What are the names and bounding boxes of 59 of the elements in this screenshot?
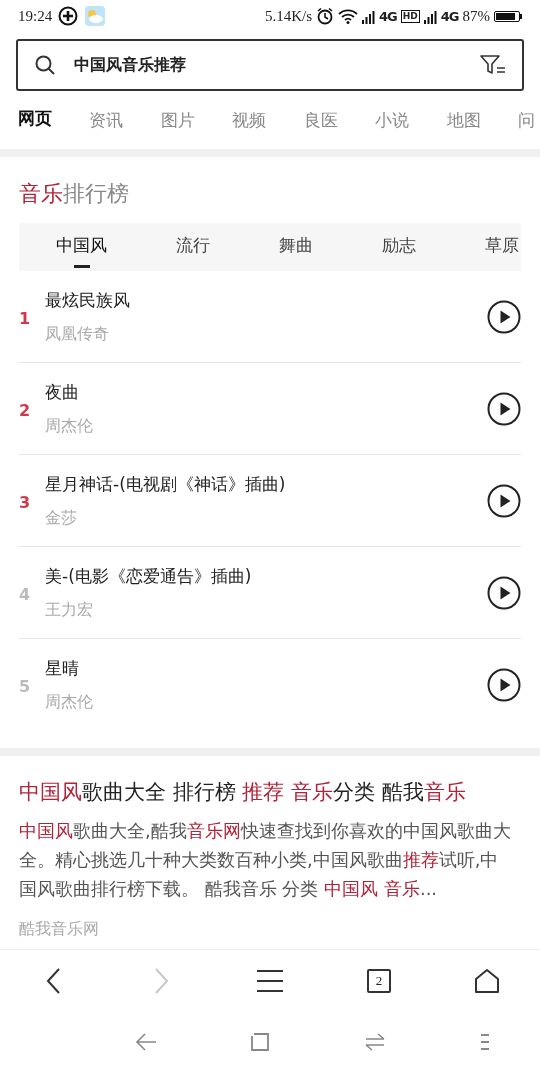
search-tab[interactable]: 小说 [375, 96, 446, 144]
search-tab[interactable]: 图片 [160, 96, 231, 144]
switch-icon[interactable] [363, 1033, 386, 1051]
song-title[interactable]: 最炫民族风 [45, 288, 487, 312]
signal-icon [362, 8, 376, 24]
artist-name: 金莎 [45, 507, 78, 529]
result-title[interactable]: 中国风歌曲大全 排行榜 推荐 音乐分类 酷我音乐 [0, 756, 540, 816]
song-title[interactable]: 夜曲 [45, 380, 487, 404]
result-source: 酷我音乐网 [18, 918, 100, 940]
search-tab[interactable]: 良医 [303, 96, 374, 144]
battery-percent: 87% [462, 7, 490, 25]
search-icon[interactable] [34, 54, 56, 76]
more-icon[interactable] [480, 1033, 490, 1051]
battery-icon [494, 10, 520, 22]
artist-name: 凤凰传奇 [45, 323, 110, 345]
tab-count-button[interactable]: 2 [367, 969, 391, 993]
search-field[interactable]: 中国风音乐推荐 [74, 55, 462, 75]
network-speed: 5.14K/s [264, 7, 313, 25]
song-title[interactable]: 星晴 [45, 656, 487, 680]
category-tab[interactable]: 草原 [483, 223, 521, 271]
network-type: 4G [440, 8, 459, 24]
back-arrow-icon[interactable] [135, 1033, 157, 1051]
play-icon[interactable] [487, 391, 521, 426]
play-icon[interactable] [487, 575, 521, 610]
hd-badge: HD [400, 9, 420, 23]
category-tab[interactable]: 流行 [174, 223, 212, 271]
rank-number: 5 [19, 676, 32, 696]
rank-number: 3 [19, 492, 32, 512]
weather-icon [84, 5, 107, 27]
menu-icon[interactable] [256, 969, 284, 993]
artist-name: 王力宏 [45, 599, 94, 621]
song-title[interactable]: 美-(电影《恋爱通告》插曲) [45, 564, 487, 588]
filter-icon[interactable] [480, 54, 506, 76]
signal-icon [423, 8, 437, 24]
artist-name: 周杰伦 [45, 415, 94, 437]
search-tab[interactable]: 视频 [232, 96, 303, 144]
search-tab[interactable]: 网页 [18, 95, 88, 145]
network-type: 4G [379, 8, 397, 24]
search-tab[interactable]: 地图 [446, 96, 517, 144]
rank-number: 2 [19, 400, 32, 420]
result-snippet: 中国风歌曲大全,酷我音乐网快速查找到你喜欢的中国风歌曲大全。精心挑选几十种大类数百种小类,中国风歌曲推荐试听,中国风歌曲排行榜下载。 酷我音乐 分类 中国风 音乐... [18, 819, 512, 901]
rank-number: 1 [19, 308, 32, 328]
category-tab[interactable]: 舞曲 [277, 223, 315, 271]
play-icon[interactable] [487, 483, 521, 518]
home-icon[interactable] [474, 968, 500, 994]
search-tab[interactable]: 资讯 [89, 96, 160, 144]
section-title: 音乐排行榜 [18, 180, 130, 208]
rank-number: 4 [19, 584, 32, 604]
song-title[interactable]: 星月神话-(电视剧《神话》插曲) [45, 472, 487, 496]
artist-name: 周杰伦 [45, 691, 94, 713]
plus-circle-icon [58, 6, 79, 26]
category-tab[interactable]: 励志 [380, 223, 418, 271]
alarm-icon [316, 7, 335, 25]
search-tab[interactable]: 问 [517, 96, 540, 144]
wifi-icon [338, 8, 359, 24]
play-icon[interactable] [487, 299, 521, 334]
status-time: 19:24 [18, 7, 53, 25]
play-icon[interactable] [487, 667, 521, 702]
search-bar[interactable]: 中国风音乐推荐 [16, 39, 524, 91]
